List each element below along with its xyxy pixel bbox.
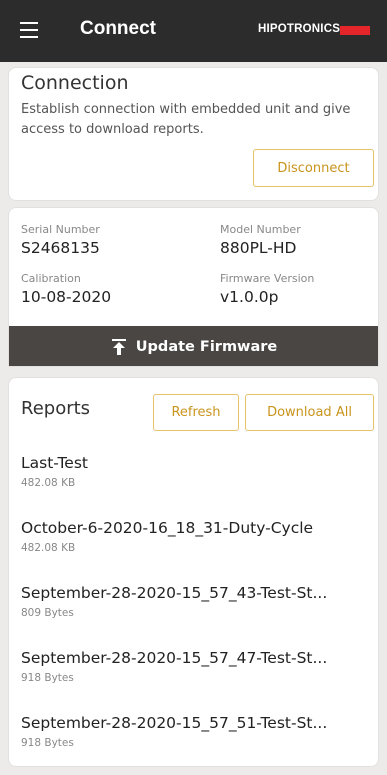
connection-card: Connection Establish connection with emb…: [8, 67, 379, 201]
upload-arrow-icon: [111, 339, 126, 355]
report-list-item[interactable]: September-28-2020-15_57_51-Test-St... 91…: [21, 714, 371, 749]
report-list-item[interactable]: Last-Test 482.08 KB: [21, 454, 371, 489]
report-name: Last-Test: [21, 454, 88, 472]
report-name: October-6-2020-16_18_31-Duty-Cycle: [21, 519, 314, 537]
top-app-bar: Connect HIPOTRONICS: [0, 0, 387, 62]
calibration-value: 10-08-2020: [21, 288, 112, 306]
update-firmware-label: Update Firmware: [135, 339, 278, 355]
reports-title: Reports: [21, 398, 91, 419]
refresh-button[interactable]: Refresh: [153, 394, 239, 431]
report-name: September-28-2020-15_57_47-Test-St...: [21, 649, 328, 667]
report-name: September-28-2020-15_57_51-Test-St...: [21, 714, 328, 732]
calibration-label: Calibration: [21, 272, 81, 285]
reports-card: Reports Refresh Download All Last-Test 4…: [8, 377, 379, 767]
hamburger-menu-icon[interactable]: [20, 22, 38, 38]
firmware-version-value: v1.0.0p: [220, 288, 279, 306]
brand-logo-bar: [340, 26, 370, 35]
report-name: September-28-2020-15_57_43-Test-St...: [21, 584, 328, 602]
update-firmware-button[interactable]: Update Firmware: [9, 326, 378, 366]
report-size: 809 Bytes: [21, 607, 74, 619]
page-title: Connect: [80, 18, 156, 39]
brand-logo: HIPOTRONICS: [258, 23, 341, 35]
firmware-version-label: Firmware Version: [220, 272, 315, 285]
serial-number-label: Serial Number: [21, 223, 100, 236]
report-size: 482.08 KB: [21, 477, 76, 489]
model-number-value: 880PL-HD: [220, 239, 297, 257]
connection-title: Connection: [21, 72, 129, 94]
download-all-button[interactable]: Download All: [245, 394, 374, 431]
connection-description: Establish connection with embedded unit …: [21, 102, 351, 137]
report-list-item[interactable]: September-28-2020-15_57_47-Test-St... 91…: [21, 649, 371, 684]
report-size: 482.08 KB: [21, 542, 76, 554]
serial-number-value: S2468135: [21, 239, 100, 257]
report-list-item[interactable]: September-28-2020-15_57_43-Test-St... 80…: [21, 584, 371, 619]
report-size: 918 Bytes: [21, 672, 74, 684]
device-info-card: Serial Number S2468135 Model Number 880P…: [8, 207, 379, 367]
report-size: 918 Bytes: [21, 737, 74, 749]
report-list-item[interactable]: October-6-2020-16_18_31-Duty-Cycle 482.0…: [21, 519, 371, 554]
model-number-label: Model Number: [220, 223, 301, 236]
disconnect-button[interactable]: Disconnect: [253, 149, 374, 187]
